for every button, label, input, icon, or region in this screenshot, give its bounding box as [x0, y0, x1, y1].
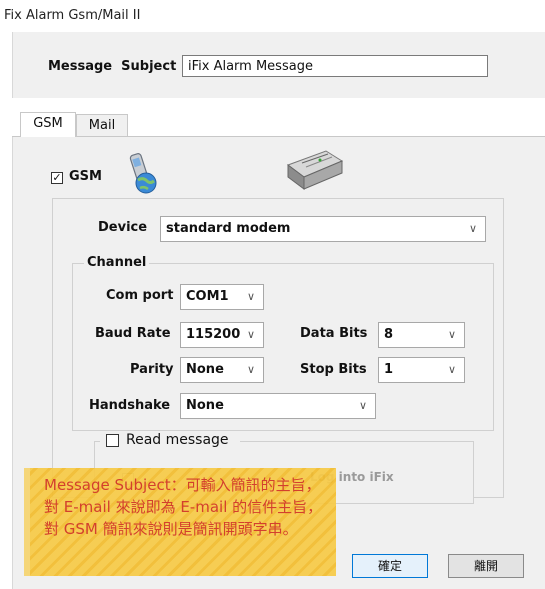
read-message-checkbox[interactable]	[106, 434, 119, 447]
tab-gsm[interactable]: GSM	[20, 112, 76, 137]
parity-label: Parity	[130, 362, 174, 377]
read-message-label: Read message	[126, 432, 229, 448]
com-port-value: COM1	[186, 289, 229, 304]
gsm-checkbox-label: GSM	[69, 169, 102, 184]
handshake-select[interactable]: None ∨	[180, 393, 376, 419]
chevron-down-icon: ∨	[358, 399, 367, 412]
baud-rate-label: Baud Rate	[95, 326, 171, 341]
parity-select[interactable]: None ∨	[180, 357, 264, 383]
chevron-down-icon: ∨	[246, 328, 255, 341]
handshake-label: Handshake	[89, 398, 171, 413]
chevron-down-icon: ∨	[246, 363, 255, 376]
exit-button[interactable]: 離開	[448, 554, 524, 578]
device-label: Device	[98, 220, 148, 235]
baud-rate-value: 115200	[186, 327, 241, 342]
window-title: Fix Alarm Gsm/Mail II	[4, 8, 141, 23]
message-subject-input[interactable]: iFix Alarm Message	[182, 55, 488, 77]
com-port-select[interactable]: COM1 ∨	[180, 284, 264, 310]
chevron-down-icon: ∨	[447, 363, 456, 376]
chevron-down-icon: ∨	[246, 290, 255, 303]
gsm-checkbox[interactable]: ✓	[51, 172, 63, 184]
com-port-label: Com port	[106, 288, 174, 303]
parity-value: None	[186, 362, 224, 377]
data-bits-select[interactable]: 8 ∨	[378, 322, 465, 348]
device-select-value: standard modem	[166, 221, 291, 236]
stop-bits-value: 1	[384, 362, 394, 377]
phone-globe-icon	[120, 152, 162, 196]
modem-device-icon	[280, 143, 352, 195]
stop-bits-select[interactable]: 1 ∨	[378, 357, 465, 383]
tab-mail[interactable]: Mail	[76, 114, 128, 136]
data-bits-label: Data Bits	[300, 326, 368, 341]
message-subject-label: Message Subject	[48, 59, 177, 74]
stop-bits-label: Stop Bits	[300, 362, 367, 377]
handshake-value: None	[186, 398, 224, 413]
device-select[interactable]: standard modem ∨	[160, 216, 486, 242]
chevron-down-icon: ∨	[447, 328, 456, 341]
ok-button[interactable]: 確定	[352, 554, 428, 578]
baud-rate-select[interactable]: 115200 ∨	[180, 322, 264, 348]
annotation-text: Message Subject：可輸入簡訊的主旨，對 E-mail 來說即為 E…	[44, 476, 323, 538]
chevron-down-icon: ∨	[468, 222, 477, 235]
channel-group-title: Channel	[84, 255, 150, 270]
data-bits-value: 8	[384, 327, 394, 342]
